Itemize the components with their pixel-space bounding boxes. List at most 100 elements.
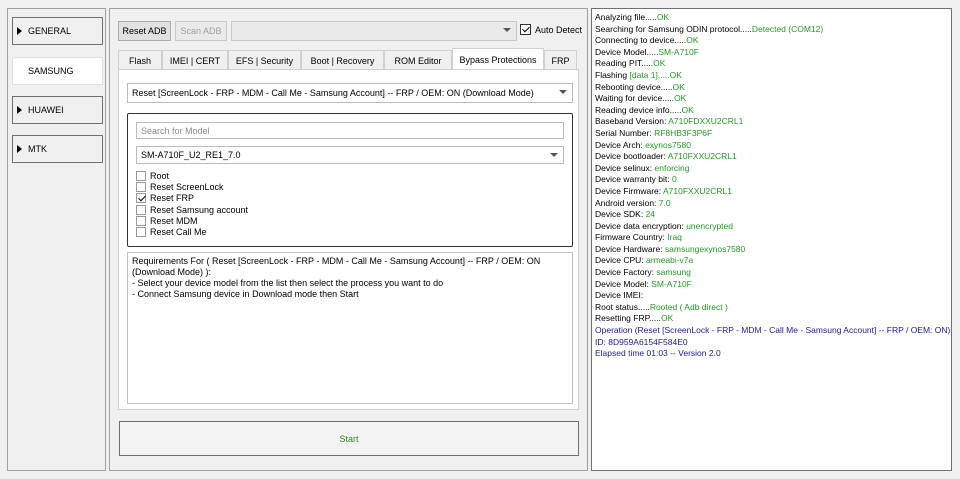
log-line: Device Model: SM-A710F (595, 279, 948, 291)
log-line: Connecting to device.....OK (595, 35, 948, 47)
log-line: Device IMEI: (595, 290, 948, 302)
log-value: 0 (672, 174, 677, 185)
model-search-input[interactable]: Search for Model (136, 122, 564, 139)
tab-rom-editor[interactable]: ROM Editor (384, 50, 452, 70)
model-select-value: SM-A710F_U2_RE1_7.0 (141, 150, 241, 160)
log-panel[interactable]: Analyzing file.....OK Searching for Samsu… (591, 8, 952, 471)
nav-label: MTK (28, 144, 47, 154)
log-value: OK (686, 35, 699, 46)
log-value: OK (672, 81, 685, 92)
tab-imei-cert[interactable]: IMEI | CERT (162, 50, 228, 70)
log-text: Firmware Country: (595, 232, 668, 243)
nav-mtk-button[interactable]: MTK (12, 135, 103, 163)
log-value: enforcing (654, 162, 690, 173)
log-line: Device Model.....SM-A710F (595, 47, 948, 59)
log-line: Resetting FRP.....OK (595, 313, 948, 325)
log-line: Android version: 7.0 (595, 198, 948, 210)
requirements-line: - Connect Samsung device in Download mod… (132, 289, 359, 299)
root-checkbox[interactable]: Root (136, 171, 169, 181)
log-line: Reading PIT.....OK (595, 58, 948, 70)
port-select[interactable] (231, 21, 517, 41)
log-line: Device warranty bit: 0 (595, 174, 948, 186)
log-line: Root status.....Rooted ( Adb direct ) (595, 302, 948, 314)
log-text: Device SDK: (595, 209, 646, 220)
option-label: Reset MDM (150, 216, 198, 226)
log-value: armeabi-v7a (646, 255, 694, 266)
tab-flash[interactable]: Flash (118, 50, 162, 70)
requirements-line: - Select your device model from the list… (132, 278, 444, 288)
reset-adb-button[interactable]: Reset ADB (118, 21, 171, 41)
samsung-panel: Reset ADB Scan ADB Auto Detect Flash IME… (109, 8, 588, 471)
log-value: A710FXXU2CRL1 (667, 151, 737, 162)
log-text: Device data encryption: (595, 220, 687, 231)
log-text: Searching for Samsung ODIN protocol..... (595, 23, 752, 34)
log-text: Device CPU: (595, 255, 647, 266)
log-text: Baseband Version: (595, 116, 669, 127)
log-value: RF8HB3F3P6F (654, 127, 713, 138)
log-line: Analyzing file.....OK (595, 12, 948, 24)
log-line: Rebooting device.....OK (595, 82, 948, 94)
tab-frp[interactable]: FRP (544, 50, 577, 70)
option-label: Reset Call Me (150, 227, 207, 237)
log-text: Device Hardware: (595, 243, 665, 254)
checkbox-checked-icon (520, 24, 531, 35)
log-line: Device Firmware: A710FXXU2CRL1 (595, 186, 948, 198)
log-value: exynos7580 (645, 139, 691, 150)
start-button[interactable]: Start (119, 421, 579, 456)
log-text: Android version: (595, 197, 659, 208)
nav-label: SAMSUNG (28, 66, 74, 76)
log-value: OK (660, 313, 674, 324)
checkbox-icon (136, 227, 146, 237)
log-line: Device data encryption: unencrypted (595, 221, 948, 233)
log-value: unencrypted (686, 220, 733, 231)
reset-mdm-checkbox[interactable]: Reset MDM (136, 216, 198, 226)
log-line: Reading device info.....OK (595, 105, 948, 117)
log-text: Resetting FRP..... (595, 313, 661, 324)
log-line: Device selinux: enforcing (595, 163, 948, 175)
log-text: Connecting to device..... (595, 35, 687, 46)
log-value: OK (681, 104, 694, 115)
log-value: 7.0 (658, 197, 671, 208)
chevron-down-icon (550, 153, 558, 157)
log-line: Baseband Version: A710FDXXU2CRL1 (595, 116, 948, 128)
log-line: Device Factory: samsung (595, 267, 948, 279)
arrow-right-icon (17, 67, 22, 75)
option-label: Reset Samsung account (150, 205, 249, 215)
nav-huawei-button[interactable]: HUAWEI (12, 96, 103, 124)
log-value: samsungexynos7580 (664, 243, 746, 254)
tab-efs-security[interactable]: EFS | Security (228, 50, 301, 70)
reset-frp-checkbox[interactable]: Reset FRP (136, 193, 194, 203)
log-text: Waiting for device..... (595, 93, 675, 104)
option-label: Reset FRP (150, 193, 195, 203)
requirements-title: Requirements For ( Reset [ScreenLock - F… (132, 256, 541, 277)
operation-select[interactable]: Reset [ScreenLock - FRP - MDM - Call Me … (127, 83, 573, 103)
reset-call-me-checkbox[interactable]: Reset Call Me (136, 227, 207, 237)
nav-general-button[interactable]: GENERAL (12, 17, 103, 45)
log-text: Device Model: (595, 278, 652, 289)
log-text: Device Model..... (595, 46, 659, 57)
option-label: Root (150, 171, 170, 181)
nav-samsung-button[interactable]: SAMSUNG (12, 57, 103, 85)
reset-samsung-account-checkbox[interactable]: Reset Samsung account (136, 205, 248, 215)
reset-screenlock-checkbox[interactable]: Reset ScreenLock (136, 182, 224, 192)
model-select[interactable]: SM-A710F_U2_RE1_7.0 (136, 146, 564, 164)
log-line: Waiting for device.....OK (595, 93, 948, 105)
log-line: Searching for Samsung ODIN protocol.....… (595, 24, 948, 36)
log-line: Device CPU: armeabi-v7a (595, 255, 948, 267)
tab-bar: Flash IMEI | CERT EFS | Security Boot | … (118, 48, 577, 70)
tab-bypass-protections[interactable]: Bypass Protections (452, 48, 544, 70)
log-value: Detected (COM12) (751, 23, 824, 34)
checkbox-icon (136, 182, 146, 192)
nav-label: HUAWEI (28, 105, 64, 115)
log-text: Rebooting device..... (595, 81, 673, 92)
operation-select-value: Reset [ScreenLock - FRP - MDM - Call Me … (132, 88, 534, 98)
auto-detect-checkbox[interactable]: Auto Detect (520, 24, 582, 35)
log-operation-line: Operation (Reset [ScreenLock - FRP - MDM… (595, 325, 951, 336)
log-operation-line: Elapsed time 01:03 -- Version 2.0 (595, 348, 721, 359)
arrow-right-icon (17, 27, 22, 35)
requirements-box[interactable]: Requirements For ( Reset [ScreenLock - F… (127, 252, 573, 404)
scan-adb-button[interactable]: Scan ADB (175, 21, 227, 41)
arrow-right-icon (17, 106, 22, 114)
tab-boot-recovery[interactable]: Boot | Recovery (301, 50, 384, 70)
chevron-down-icon (559, 90, 567, 94)
